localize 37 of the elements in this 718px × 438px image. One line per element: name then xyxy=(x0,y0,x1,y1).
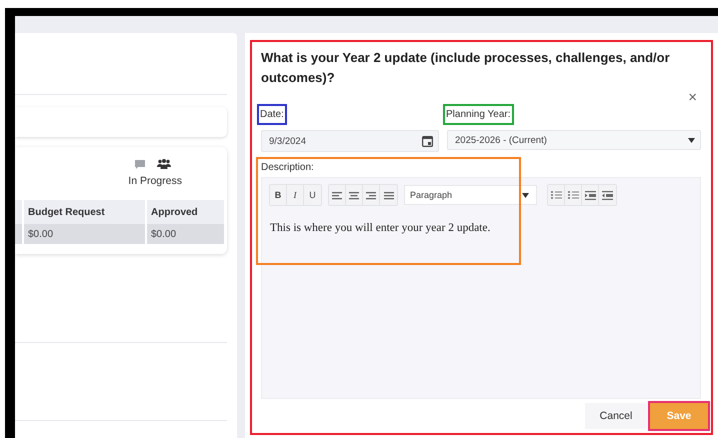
bullet-list-icon xyxy=(550,190,562,200)
numbered-list-icon xyxy=(568,190,578,200)
editor-text: This is where you will enter your year 2 update. xyxy=(269,221,492,236)
outdent-icon xyxy=(602,190,613,200)
planning-year-dropdown[interactable]: 2025-2026 - (Current) xyxy=(447,130,701,150)
align-center-button[interactable] xyxy=(346,185,363,205)
format-button[interactable]: U xyxy=(304,185,321,205)
align-right-button[interactable] xyxy=(363,185,380,205)
outdent-button[interactable] xyxy=(599,185,616,205)
justify-icon xyxy=(384,190,394,200)
date-label: Date: xyxy=(257,104,287,125)
align-left-icon xyxy=(332,190,342,200)
calendar-icon[interactable] xyxy=(422,135,433,147)
dialog-title: What is your Year 2 update (include processes, challenges, and/or outcomes)? xyxy=(261,49,671,87)
align-center-icon xyxy=(349,190,359,200)
table-cell: $0.00 xyxy=(22,224,145,244)
date-field[interactable]: 9/3/2024 xyxy=(261,130,439,152)
planning-year-label: Planning Year: xyxy=(443,104,514,125)
justify-button[interactable] xyxy=(380,185,397,205)
align-right-icon xyxy=(366,190,376,200)
caret-icon xyxy=(688,138,695,142)
bullet-list-button[interactable] xyxy=(548,185,565,205)
status-text: In Progress xyxy=(127,175,183,187)
caret-icon xyxy=(522,192,529,198)
format-button[interactable]: B xyxy=(270,185,287,205)
rich-text-editor[interactable]: B I U Paragraph This is where you will enter your year 2 update. xyxy=(261,177,701,399)
description-label: Description: xyxy=(261,162,314,175)
cancel-button[interactable]: Cancel xyxy=(585,403,647,429)
indent-button[interactable] xyxy=(582,185,599,205)
people-icon[interactable] xyxy=(157,159,171,169)
table-cell: $0.00 xyxy=(145,224,224,244)
numbered-list-button[interactable] xyxy=(565,185,582,205)
format-button[interactable]: I xyxy=(287,185,304,205)
format-dropdown[interactable]: Paragraph xyxy=(404,185,537,205)
indent-icon xyxy=(584,190,596,200)
align-left-button[interactable] xyxy=(329,185,346,205)
close-button[interactable]: × xyxy=(688,92,701,104)
